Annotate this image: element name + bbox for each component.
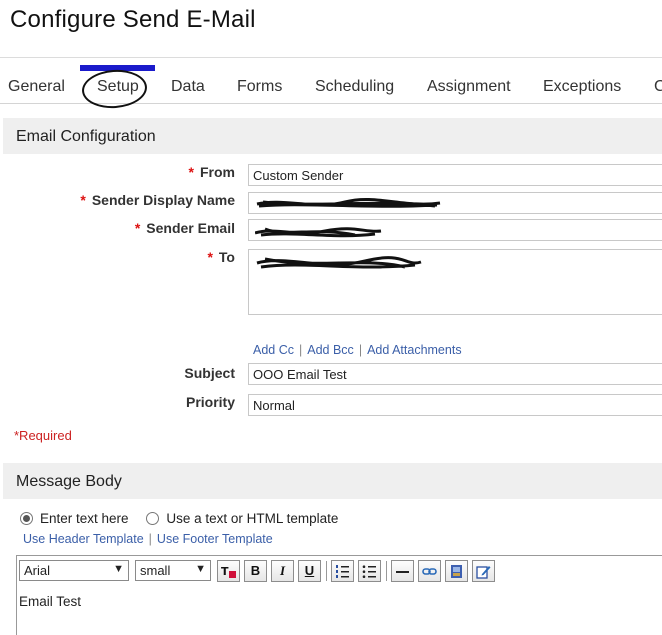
tab-scheduling[interactable]: Scheduling [315,78,394,96]
sender-email-field[interactable] [248,219,662,241]
add-attachments-link[interactable]: Add Attachments [367,343,462,357]
ordered-list-button[interactable] [331,560,354,582]
font-size-select[interactable]: small ▼ [135,560,211,581]
editor-body-text[interactable]: Email Test [19,594,81,609]
subject-field[interactable]: OOO Email Test [248,363,662,385]
edit-source-button[interactable] [472,560,495,582]
image-icon [451,565,462,578]
use-header-template-link[interactable]: Use Header Template [23,532,144,546]
from-field[interactable]: Custom Sender [248,164,662,186]
chevron-down-icon: ▼ [195,563,206,575]
insert-image-button[interactable] [445,560,468,582]
unordered-list-icon [362,565,376,578]
message-body-section: Message Body [3,463,662,499]
priority-label: Priority [185,394,235,410]
use-footer-template-link[interactable]: Use Footer Template [157,532,273,546]
to-label: * To [207,249,235,265]
email-configuration-section: Email Configuration * From Custom Sender … [3,118,662,448]
message-body-header: Message Body [3,463,662,499]
chevron-down-icon: ▼ [113,563,124,575]
body-source-options: Enter text here Use a text or HTML templ… [20,511,352,526]
from-label: * From [188,164,235,180]
sender-email-label: * Sender Email [134,220,235,236]
recipient-links: Add Cc | Add Bcc | Add Attachments [253,343,462,357]
title-divider [0,57,662,58]
italic-button[interactable]: I [271,560,294,582]
text-color-button[interactable]: T [217,560,240,582]
redaction-scribble [256,198,441,208]
text-color-icon: T [221,565,236,578]
tab-exceptions[interactable]: Exceptions [543,78,621,96]
tab-data[interactable]: Data [171,78,205,96]
subject-label: Subject [184,365,235,381]
svg-text:T: T [221,565,229,578]
bold-button[interactable]: B [244,560,267,582]
tab-overflow[interactable]: C [654,78,662,96]
enter-text-label: Enter text here [40,511,129,526]
tab-general[interactable]: General [8,78,65,96]
font-family-select[interactable]: Arial ▼ [19,560,129,581]
underline-button[interactable]: U [298,560,321,582]
tab-forms[interactable]: Forms [237,78,282,96]
enter-text-radio[interactable] [20,512,33,525]
horizontal-rule-button[interactable] [391,560,414,582]
insert-link-button[interactable] [418,560,441,582]
priority-select[interactable]: Normal [248,394,662,416]
template-radio[interactable] [146,512,160,525]
link-icon [422,568,437,575]
unordered-list-button[interactable] [358,560,381,582]
email-configuration-header: Email Configuration [3,118,662,154]
horizontal-rule-icon [396,571,409,573]
add-cc-link[interactable]: Add Cc [253,343,294,357]
add-bcc-link[interactable]: Add Bcc [307,343,354,357]
sender-display-name-label: * Sender Display Name [80,192,235,208]
template-links: Use Header Template | Use Footer Template [23,532,273,546]
edit-icon [476,566,491,579]
to-field[interactable] [248,249,662,315]
toolbar-separator [386,561,387,581]
redaction-scribble [256,256,422,269]
toolbar-separator [326,561,327,581]
rich-text-editor: Arial ▼ small ▼ T B I U Email Test [16,555,662,635]
ordered-list-icon [336,565,349,578]
sender-display-name-field[interactable] [248,192,662,214]
required-note: *Required [14,428,72,443]
page-title: Configure Send E-Mail [10,6,256,33]
tab-assignment[interactable]: Assignment [427,78,511,96]
redaction-scribble [255,227,382,238]
template-label: Use a text or HTML template [166,511,339,526]
